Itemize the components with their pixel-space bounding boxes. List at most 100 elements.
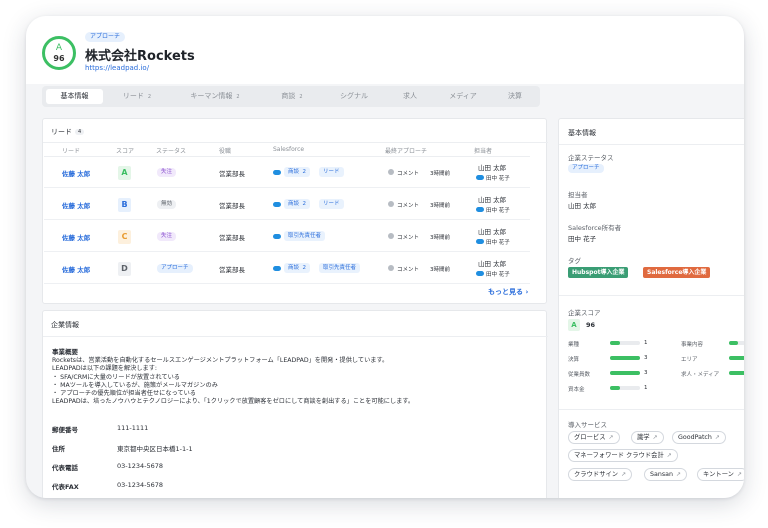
- metric-bar-fill: [610, 356, 640, 360]
- company-score-grade: A: [568, 319, 580, 331]
- sf-contact-chip[interactable]: 取引先責任者: [284, 231, 326, 241]
- metric-value: 1: [644, 340, 648, 346]
- salesforce-icon: [273, 266, 281, 271]
- lead-name-link[interactable]: 佐藤 太郎: [62, 168, 90, 178]
- sf-contact-chip[interactable]: 取引先責任者: [319, 263, 361, 273]
- table-row[interactable]: 佐藤 太郎 A 失注 営業部長 商談 2 リード コメント 3時間前 山田 太郎…: [44, 157, 530, 188]
- external-link-icon: ↗: [666, 452, 672, 459]
- lead-status-badge: 失注: [157, 168, 177, 177]
- phone-label: 代表電話: [52, 464, 78, 472]
- divider: [559, 144, 744, 145]
- lead-grade: A: [118, 166, 131, 180]
- sf-lead-chip[interactable]: リード: [319, 167, 344, 177]
- table-row[interactable]: 佐藤 太郎 B 無効 営業部長 商談 2 リード コメント 3時間前 山田 太郎…: [44, 189, 530, 220]
- sf-lead-chip[interactable]: リード: [319, 199, 344, 209]
- salesforce-icon: [476, 175, 484, 180]
- tab-financials[interactable]: 決算: [494, 89, 536, 104]
- service-chip[interactable]: GoodPatch ↗: [672, 431, 726, 444]
- service-label: Sansan: [650, 471, 673, 478]
- tab-label: メディア: [449, 92, 477, 100]
- leads-title: リード 4: [51, 127, 85, 137]
- approach-type: コメント: [397, 203, 420, 209]
- company-name: 株式会社Rockets: [85, 49, 195, 64]
- sf-owner-name: 田中 花子: [486, 272, 510, 278]
- company-url-link[interactable]: https://leadpad.io/: [85, 64, 149, 72]
- comment-icon: [388, 265, 394, 271]
- chip-label: 商談: [288, 169, 300, 175]
- salesforce-icon: [476, 207, 484, 212]
- approach-time: 3時間前: [430, 203, 450, 209]
- metric-bar-fill: [729, 371, 744, 375]
- sf-owner-name: 田中 花子: [486, 208, 510, 214]
- lead-role: 営業部長: [219, 234, 245, 242]
- service-chip[interactable]: クラウドサイン ↗: [568, 468, 633, 481]
- lead-name-link[interactable]: 佐藤 太郎: [62, 200, 90, 210]
- tag-salesforce[interactable]: Salesforce導入企業: [643, 267, 711, 278]
- service-chip[interactable]: 識学 ↗: [631, 431, 664, 444]
- comment-icon: [388, 169, 394, 175]
- chip-count: 2: [302, 169, 307, 175]
- divider: [559, 409, 744, 410]
- metric-label: 従業員数: [568, 372, 591, 378]
- company-status-label: 企業ステータス: [568, 154, 614, 162]
- table-row[interactable]: 佐藤 太郎 C 失注 営業部長 取引先責任者 コメント 3時間前 山田 太郎 田…: [44, 221, 530, 252]
- external-link-icon: ↗: [652, 434, 658, 441]
- metric-bar-fill: [610, 371, 640, 375]
- service-chip[interactable]: マネーフォワード クラウド会計 ↗: [568, 449, 678, 462]
- metric-bar-fill: [610, 341, 620, 345]
- metric-bar: [729, 341, 744, 345]
- sf-deal-chip[interactable]: 商談 2: [284, 167, 311, 177]
- sf-deal-chip[interactable]: 商談 2: [284, 199, 311, 209]
- lead-role: 営業部長: [219, 266, 245, 274]
- tag-hubspot[interactable]: Hubspot導入企業: [568, 267, 629, 278]
- owner-name: 山田 太郎: [478, 196, 507, 204]
- company-info-panel: 企業情報 事業概要 Rocketsは、営業活動を自動化するセールスエンゲージメン…: [42, 310, 548, 498]
- metric-bar: [610, 371, 640, 375]
- metric-bar: [610, 356, 640, 360]
- tab-jobs[interactable]: 求人: [388, 89, 432, 104]
- sf-deal-chip[interactable]: 商談 2: [284, 263, 311, 273]
- owner-name: 山田 太郎: [478, 260, 507, 268]
- owner-label: 担当者: [568, 191, 588, 199]
- approach-type: コメント: [397, 235, 420, 241]
- fax-label: 代表FAX: [52, 483, 79, 491]
- salesforce-icon: [273, 170, 281, 175]
- phone-value: 03-1234-5678: [117, 462, 164, 470]
- service-chip[interactable]: グロービス ↗: [568, 431, 620, 444]
- chip-label: 商談: [288, 265, 300, 271]
- lead-name-link[interactable]: 佐藤 太郎: [62, 264, 90, 274]
- tab-keyman[interactable]: キーマン情報 2: [170, 89, 260, 104]
- lead-role: 営業部長: [219, 202, 245, 210]
- tab-signal[interactable]: シグナル: [324, 89, 384, 104]
- services-label: 導入サービス: [568, 421, 607, 429]
- approach-type: コメント: [397, 171, 420, 177]
- tab-leads[interactable]: リード 2: [108, 89, 166, 104]
- basic-info-panel: 基本情報 企業ステータス アプローチ 担当者 山田 太郎 Salesforce所…: [558, 118, 744, 498]
- service-chip[interactable]: キントーン ↗: [697, 468, 744, 481]
- tab-basic-info[interactable]: 基本情報: [46, 89, 103, 104]
- tab-count: 2: [236, 94, 240, 100]
- col-lead: リード: [62, 148, 81, 155]
- tab-count: 2: [147, 94, 152, 100]
- table-row[interactable]: 佐藤 太郎 D アプローチ 営業部長 商談 2 取引先責任者 コメント 3時間前…: [44, 253, 530, 284]
- chip-count: 2: [302, 201, 307, 207]
- tab-deals[interactable]: 商談 2: [264, 89, 320, 104]
- comment-icon: [388, 201, 394, 207]
- service-chip[interactable]: Sansan ↗: [644, 468, 688, 481]
- tab-label: 求人: [403, 92, 417, 100]
- postal-value: 111-1111: [117, 424, 149, 432]
- score-ring: A 96: [42, 36, 76, 70]
- chip-count: 2: [302, 265, 307, 271]
- tab-media[interactable]: メディア: [436, 89, 490, 104]
- company-header: A 96 アプローチ 株式会社Rockets https://leadpad.i…: [26, 16, 744, 84]
- lead-name-link[interactable]: 佐藤 太郎: [62, 232, 90, 242]
- col-last-approach: 最終アプローチ: [385, 148, 428, 155]
- overview-line: LEADPADは以下の課題を解決します:: [52, 365, 158, 373]
- lead-grade: D: [118, 262, 131, 276]
- score-grade: A: [55, 43, 63, 53]
- metric-label: 事業内容: [681, 342, 704, 348]
- overview-line: ・ MAツールを導入しているが、施策がメールマガジンのみ: [52, 381, 218, 389]
- postal-label: 郵便番号: [52, 426, 78, 434]
- basic-info-title: 基本情報: [568, 129, 596, 137]
- divider: [43, 142, 548, 143]
